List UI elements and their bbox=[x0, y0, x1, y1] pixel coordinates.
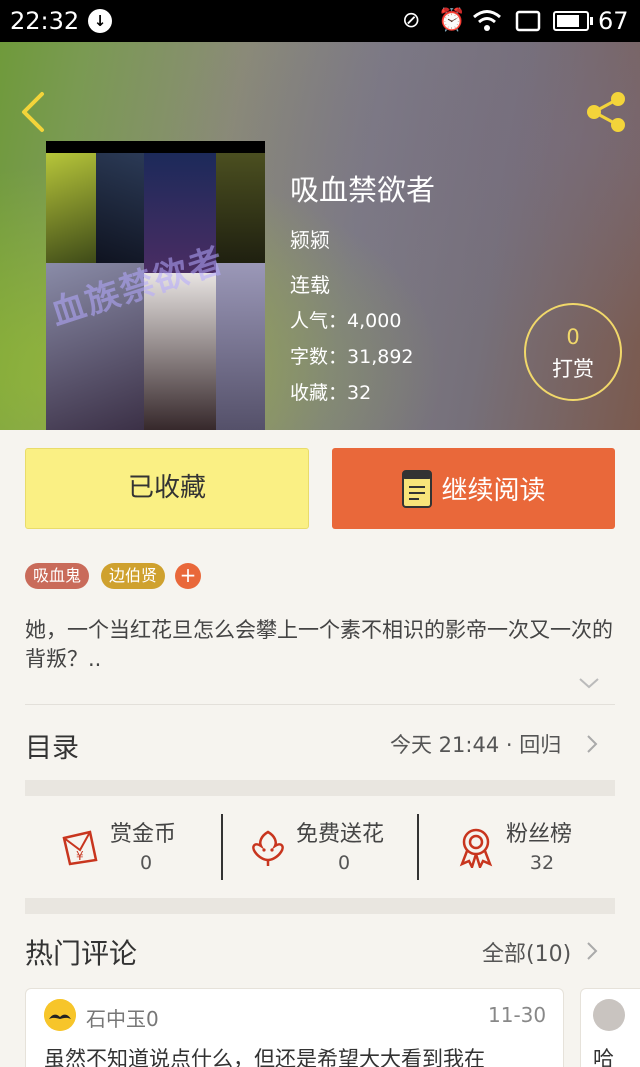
comment-text: 哈 bbox=[593, 1047, 614, 1067]
tip-count: 0 bbox=[566, 325, 580, 349]
book-header: 血族禁欲者 吸血禁欲者 颍颍 连载 人气：4,000 字数：31,892 收藏：… bbox=[0, 42, 640, 430]
tag-character[interactable]: 边伯贤 bbox=[101, 563, 166, 589]
back-arrow-icon[interactable] bbox=[18, 90, 48, 134]
comment-username[interactable]: 石中玉0 bbox=[86, 1003, 159, 1032]
add-tag-button[interactable]: + bbox=[175, 563, 201, 589]
fan-ranking[interactable]: 粉丝榜 32 bbox=[419, 812, 615, 884]
catalog-title[interactable]: 目录 bbox=[25, 726, 79, 765]
catalog-chevron-icon[interactable] bbox=[586, 734, 598, 754]
popularity-stat: 人气：4,000 bbox=[290, 306, 401, 333]
book-title: 吸血禁欲者 bbox=[290, 173, 436, 207]
favorites-value: 32 bbox=[347, 382, 372, 404]
reader-actions: ¥ 赏金币 0 免费送花 0 粉丝榜 32 bbox=[25, 812, 615, 884]
favorites-stat: 收藏：32 bbox=[290, 378, 371, 405]
favorited-button[interactable]: 已收藏 bbox=[25, 448, 309, 529]
book-description: 她，一个当红花旦怎么会攀上一个素不相识的影帝一次又一次的背叛？.. bbox=[25, 618, 613, 671]
free-flower-label: 免费送花 bbox=[296, 822, 385, 847]
download-icon: ↓ bbox=[88, 9, 112, 33]
continue-reading-label: 继续阅读 bbox=[441, 476, 546, 506]
mute-icon: ⊘ bbox=[402, 8, 421, 33]
signal-icon bbox=[515, 10, 541, 32]
continue-reading-button[interactable]: 继续阅读 bbox=[332, 448, 615, 529]
expand-chevron-icon[interactable] bbox=[578, 676, 600, 690]
red-envelope-icon: ¥ bbox=[62, 830, 98, 866]
popularity-label: 人气： bbox=[290, 310, 348, 332]
section-gap bbox=[25, 780, 615, 796]
comment-card[interactable]: 石中玉0 11-30 虽然不知道说点什么，但还是希望大大看到我在 bbox=[25, 988, 564, 1067]
fan-ranking-value: 32 bbox=[529, 852, 555, 874]
book-icon bbox=[402, 469, 433, 508]
popularity-value: 4,000 bbox=[347, 310, 402, 332]
free-flower[interactable]: 免费送花 0 bbox=[223, 812, 419, 884]
free-flower-value: 0 bbox=[337, 852, 351, 874]
gold-coin-label: 赏金币 bbox=[110, 822, 177, 847]
award-ribbon-icon bbox=[459, 828, 493, 868]
gold-coin-reward[interactable]: ¥ 赏金币 0 bbox=[25, 812, 221, 884]
all-comments-chevron-icon[interactable] bbox=[586, 941, 598, 961]
word-count-label: 字数： bbox=[290, 346, 348, 368]
battery-icon bbox=[553, 11, 593, 31]
share-icon[interactable] bbox=[584, 90, 628, 134]
status-time: 22:32 bbox=[10, 7, 80, 35]
catalog-latest-update[interactable]: 今天 21:44 · 回归 bbox=[390, 729, 561, 759]
word-count-stat: 字数：31,892 bbox=[290, 342, 414, 369]
book-cover[interactable]: 血族禁欲者 bbox=[46, 141, 265, 430]
divider bbox=[25, 704, 615, 705]
all-comments-link[interactable]: 全部(10) bbox=[482, 936, 571, 968]
flower-icon bbox=[252, 830, 284, 866]
svg-text:¥: ¥ bbox=[76, 849, 84, 863]
avatar[interactable] bbox=[593, 999, 625, 1031]
gold-coin-value: 0 bbox=[139, 852, 153, 874]
comment-card[interactable]: 哈 bbox=[580, 988, 640, 1067]
word-count-value: 31,892 bbox=[347, 346, 414, 368]
tip-button[interactable]: 0 打赏 bbox=[524, 303, 622, 401]
comment-date: 11-30 bbox=[488, 1003, 547, 1027]
favorites-label: 收藏： bbox=[290, 382, 348, 404]
tip-label: 打赏 bbox=[552, 357, 594, 381]
fan-ranking-label: 粉丝榜 bbox=[506, 822, 573, 847]
battery-percent: 67 bbox=[598, 7, 629, 35]
avatar[interactable] bbox=[44, 999, 76, 1031]
wifi-icon bbox=[473, 10, 501, 31]
section-gap bbox=[25, 898, 615, 914]
comment-text: 虽然不知道说点什么，但还是希望大大看到我在 bbox=[44, 1047, 485, 1067]
book-status: 连载 bbox=[290, 273, 330, 297]
tag-vampire[interactable]: 吸血鬼 bbox=[25, 563, 90, 589]
status-bar: 22:32 ↓ ⊘ ⏰ 67 bbox=[0, 0, 640, 42]
book-author[interactable]: 颍颍 bbox=[290, 224, 330, 253]
hot-comments-title: 热门评论 bbox=[25, 937, 138, 970]
alarm-icon: ⏰ bbox=[438, 8, 466, 33]
